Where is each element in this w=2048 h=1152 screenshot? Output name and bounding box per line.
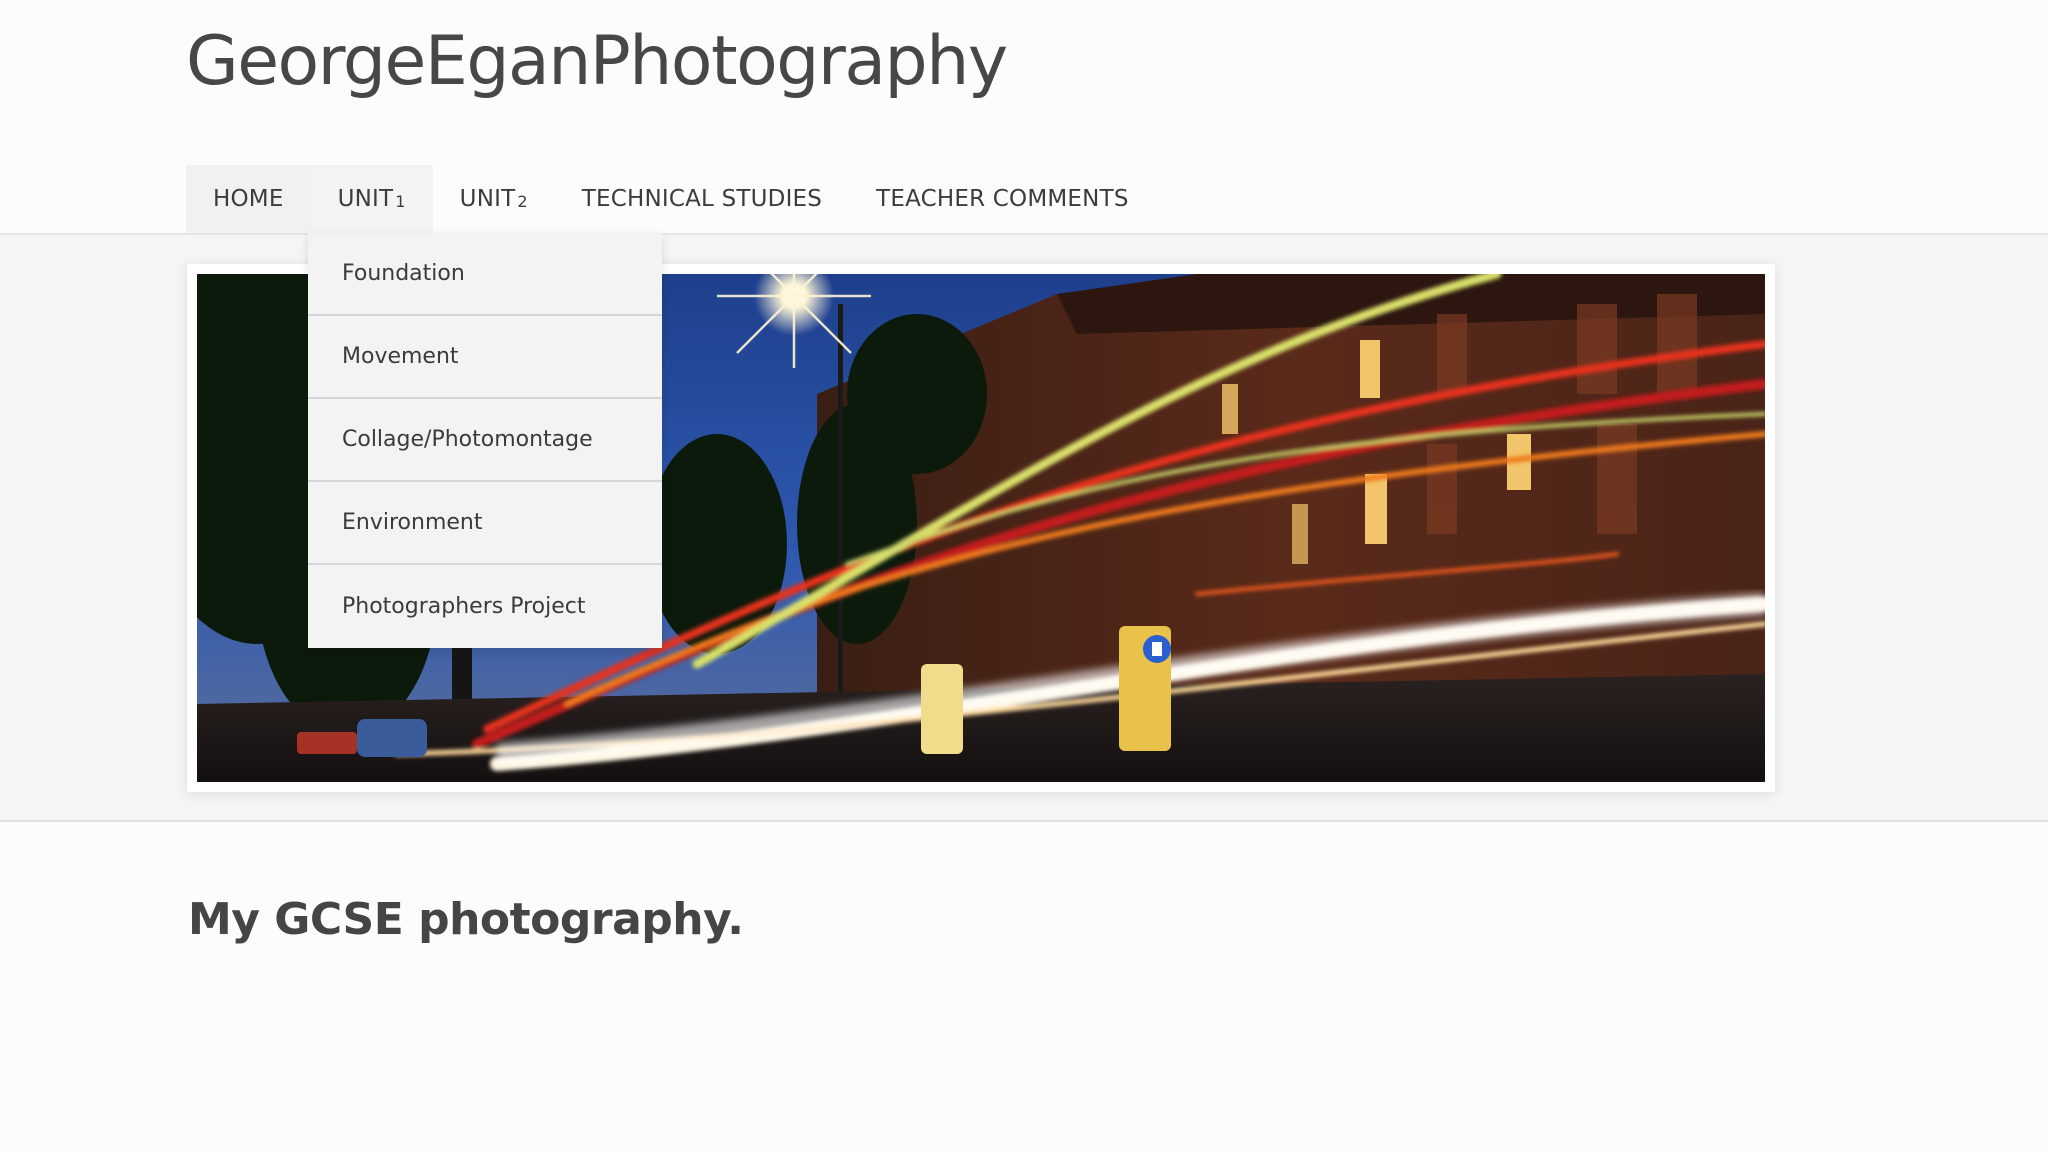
nav-unit-1-number: 1 [395, 191, 406, 211]
nav-home-label: HOME [213, 186, 284, 212]
nav-teacher-comments[interactable]: TEACHER COMMENTS [849, 165, 1156, 233]
nav-technical-studies-label: TECHNICAL STUDIES [581, 186, 823, 212]
page: GeorgeEganPhotography HOME UNIT 1 UNIT 2… [0, 0, 2048, 1152]
nav-teacher-comments-label: TEACHER COMMENTS [876, 186, 1129, 212]
dropdown-item-collage-photomontage[interactable]: Collage/Photomontage [308, 399, 662, 482]
nav-unit-2-label: UNIT [459, 186, 516, 212]
dropdown-item-movement[interactable]: Movement [308, 316, 662, 399]
nav-unit-2-number: 2 [517, 191, 528, 211]
nav-unit-1[interactable]: UNIT 1 [310, 165, 433, 233]
unit-1-dropdown-menu: Foundation Movement Collage/Photomontage… [308, 233, 662, 648]
main-nav: HOME UNIT 1 UNIT 2 TECHNICAL STUDIES TEA… [186, 165, 1156, 233]
page-heading: My GCSE photography. [188, 894, 744, 945]
site-title[interactable]: GeorgeEganPhotography [186, 22, 1008, 101]
nav-technical-studies[interactable]: TECHNICAL STUDIES [555, 165, 849, 233]
nav-unit-2[interactable]: UNIT 2 [433, 165, 555, 233]
nav-unit-1-label: UNIT [337, 186, 394, 212]
dropdown-item-environment[interactable]: Environment [308, 482, 662, 565]
dropdown-item-photographers-project[interactable]: Photographers Project [308, 565, 662, 648]
dropdown-item-foundation[interactable]: Foundation [308, 233, 662, 316]
nav-home[interactable]: HOME [186, 165, 311, 233]
